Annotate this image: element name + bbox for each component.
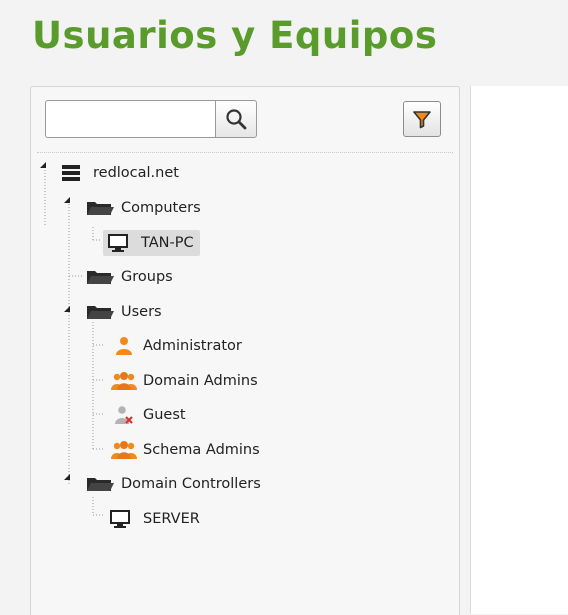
tree-node-label: Groups [121, 269, 173, 285]
tree-node-group-schema-admins[interactable]: Schema Admins [111, 437, 260, 463]
tree-node-computer-server[interactable]: SERVER [109, 506, 200, 532]
tree-node-groups[interactable]: Groups [85, 264, 173, 290]
tree-node-domain-controllers[interactable]: Domain Controllers [85, 471, 261, 497]
tree-node-computer-tan-pc[interactable]: TAN-PC [103, 230, 200, 256]
tree-node-label: redlocal.net [93, 165, 179, 181]
tree-node-label: Computers [121, 200, 201, 216]
folder-open-icon [85, 268, 115, 286]
expanded-triangle-icon [40, 162, 46, 168]
tree-panel: redlocal.net Computers TAN-PC Groups Use… [30, 86, 460, 615]
folder-open-icon [85, 199, 115, 217]
details-panel [470, 86, 568, 614]
user-icon [111, 336, 137, 356]
tree-node-computers[interactable]: Computers [85, 195, 201, 221]
tree-node-label: SERVER [143, 511, 200, 527]
user-group-icon [111, 371, 137, 391]
tree-node-user-administrator[interactable]: Administrator [111, 333, 242, 359]
tree-node-user-guest[interactable]: Guest [111, 402, 186, 428]
tree-node-label: Domain Admins [143, 373, 258, 389]
tree-node-domain[interactable]: redlocal.net [61, 160, 179, 186]
computer-monitor-icon [107, 233, 129, 253]
tree-node-label: Guest [143, 407, 186, 423]
tree-node-label: Administrator [143, 338, 242, 354]
folder-open-icon [85, 303, 115, 321]
tree-node-label: Users [121, 304, 162, 320]
tree-node-label: Domain Controllers [121, 476, 261, 492]
computer-monitor-icon [109, 509, 131, 529]
disabled-user-icon [111, 405, 137, 425]
tree-node-users[interactable]: Users [85, 299, 162, 325]
tree-node-label: Schema Admins [143, 442, 260, 458]
tree-node-group-domain-admins[interactable]: Domain Admins [111, 368, 258, 394]
page-title: Usuarios y Equipos [32, 14, 438, 57]
server-rack-icon [61, 164, 81, 182]
tree-node-label: TAN-PC [141, 235, 194, 251]
user-group-icon [111, 440, 137, 460]
folder-open-icon [85, 475, 115, 493]
expanded-triangle-icon [64, 197, 70, 203]
